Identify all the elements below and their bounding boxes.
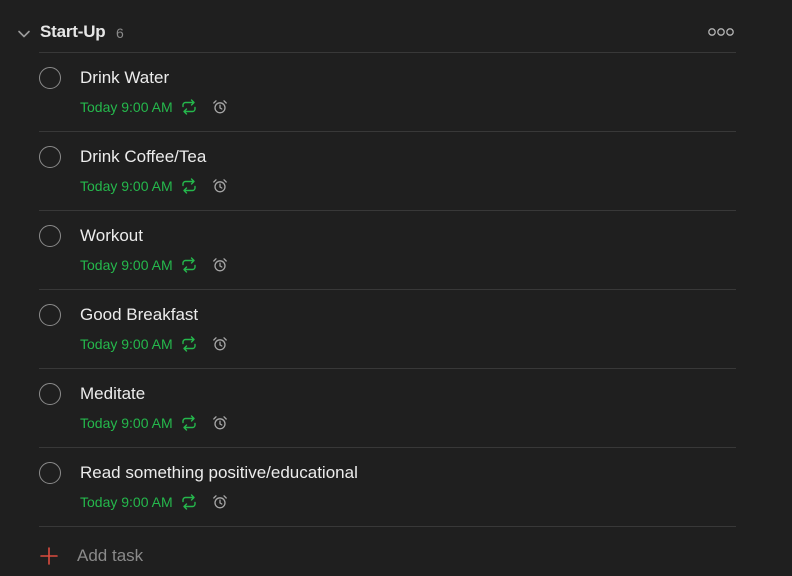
task-complete-checkbox[interactable]: [39, 304, 61, 326]
task-item[interactable]: Meditate Today 9:00 AM: [39, 369, 736, 448]
task-complete-checkbox[interactable]: [39, 225, 61, 247]
task-meta: Today 9:00 AM: [80, 335, 228, 353]
plus-icon: [40, 547, 58, 565]
recurring-icon: [181, 494, 196, 510]
alarm-clock-icon[interactable]: [212, 178, 228, 194]
chevron-down-icon[interactable]: [14, 24, 34, 44]
task-title[interactable]: Workout: [80, 226, 143, 246]
task-due-date[interactable]: Today 9:00 AM: [80, 99, 173, 115]
task-item[interactable]: Drink Coffee/Tea Today 9:00 AM: [39, 132, 736, 211]
task-due-date[interactable]: Today 9:00 AM: [80, 336, 173, 352]
section-title[interactable]: Start-Up: [40, 22, 106, 42]
alarm-clock-icon[interactable]: [212, 494, 228, 510]
task-meta: Today 9:00 AM: [80, 414, 228, 432]
more-options-icon[interactable]: [706, 24, 736, 40]
add-task-button[interactable]: Add task: [39, 540, 439, 572]
alarm-clock-icon[interactable]: [212, 415, 228, 431]
task-meta: Today 9:00 AM: [80, 177, 228, 195]
task-due-date[interactable]: Today 9:00 AM: [80, 257, 173, 273]
recurring-icon: [181, 415, 196, 431]
task-complete-checkbox[interactable]: [39, 383, 61, 405]
task-section: Start-Up 6 Drink Water Today 9:00 AM Dri…: [0, 0, 748, 576]
add-task-label: Add task: [77, 546, 144, 565]
recurring-icon: [181, 99, 196, 115]
task-title[interactable]: Read something positive/educational: [80, 463, 358, 483]
task-complete-checkbox[interactable]: [39, 67, 61, 89]
section-header: Start-Up 6: [0, 14, 748, 50]
task-item[interactable]: Drink Water Today 9:00 AM: [39, 53, 736, 132]
task-complete-checkbox[interactable]: [39, 462, 61, 484]
task-item[interactable]: Read something positive/educational Toda…: [39, 448, 736, 527]
recurring-icon: [181, 257, 196, 273]
alarm-clock-icon[interactable]: [212, 257, 228, 273]
recurring-icon: [181, 178, 196, 194]
task-list: Drink Water Today 9:00 AM Drink Coffee/T…: [39, 53, 736, 527]
task-title[interactable]: Drink Coffee/Tea: [80, 147, 206, 167]
task-item[interactable]: Good Breakfast Today 9:00 AM: [39, 290, 736, 369]
recurring-icon: [181, 336, 196, 352]
task-due-date[interactable]: Today 9:00 AM: [80, 178, 173, 194]
task-title[interactable]: Drink Water: [80, 68, 169, 88]
section-task-count: 6: [116, 25, 124, 41]
task-due-date[interactable]: Today 9:00 AM: [80, 415, 173, 431]
task-meta: Today 9:00 AM: [80, 256, 228, 274]
task-complete-checkbox[interactable]: [39, 146, 61, 168]
task-title[interactable]: Good Breakfast: [80, 305, 198, 325]
task-meta: Today 9:00 AM: [80, 493, 228, 511]
task-item[interactable]: Workout Today 9:00 AM: [39, 211, 736, 290]
window-edge: [748, 0, 792, 576]
alarm-clock-icon[interactable]: [212, 99, 228, 115]
task-meta: Today 9:00 AM: [80, 98, 228, 116]
alarm-clock-icon[interactable]: [212, 336, 228, 352]
task-due-date[interactable]: Today 9:00 AM: [80, 494, 173, 510]
task-title[interactable]: Meditate: [80, 384, 145, 404]
